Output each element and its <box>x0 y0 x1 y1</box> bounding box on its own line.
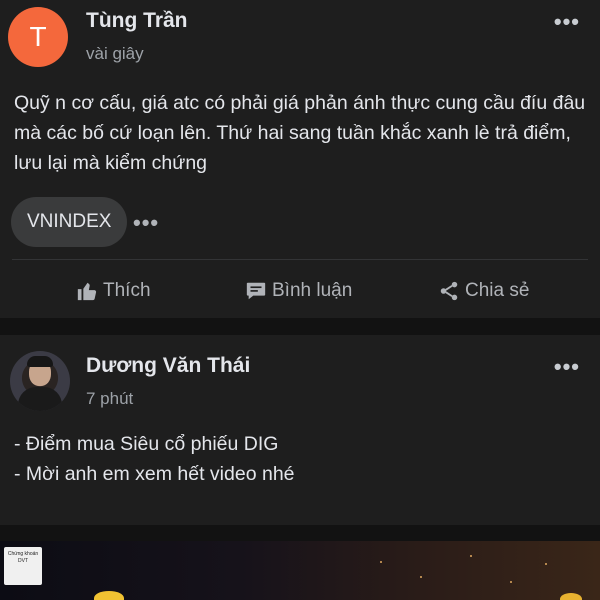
post-card: T Tùng Trần vài giây ••• Quỹ n cơ cấu, g… <box>0 0 600 318</box>
avatar-letter: T <box>29 21 47 52</box>
post-time[interactable]: 7 phút <box>86 389 133 409</box>
feed: T Tùng Trần vài giây ••• Quỹ n cơ cấu, g… <box>0 0 600 600</box>
share-button[interactable]: Chia sẻ <box>438 276 529 306</box>
comment-button[interactable]: Bình luận <box>245 276 352 306</box>
video-spark <box>470 555 472 557</box>
avatar-body <box>18 387 62 411</box>
avatar-hair <box>27 356 53 367</box>
like-button[interactable]: Thích <box>76 276 151 306</box>
video-spark <box>545 563 547 565</box>
channel-logo: Chứng khoán DVT <box>4 547 42 585</box>
tag-more-dots-icon[interactable]: ••• <box>133 210 159 236</box>
author-name[interactable]: Dương Văn Thái <box>86 354 250 378</box>
like-label: Thích <box>103 280 151 301</box>
video-spark <box>380 561 382 563</box>
comment-bubble-icon <box>246 282 266 300</box>
comment-label: Bình luận <box>272 280 353 301</box>
video-thumbnail[interactable]: Chứng khoán DVT <box>0 541 600 600</box>
more-dots-icon[interactable]: ••• <box>554 356 580 378</box>
post-text: Quỹ n cơ cấu, giá atc có phải giá phản á… <box>14 92 586 174</box>
video-graphic <box>94 591 124 600</box>
divider <box>12 259 588 260</box>
post-text-line: - Điểm mua Siêu cổ phiếu DIG <box>14 433 279 455</box>
more-dots-icon[interactable]: ••• <box>554 11 580 33</box>
post-text-line: - Mời anh em xem hết video nhé <box>14 463 295 485</box>
tag-chip-vnindex[interactable]: VNINDEX <box>11 197 128 247</box>
video-spark <box>510 581 512 583</box>
share-label: Chia sẻ <box>465 280 530 301</box>
author-name[interactable]: Tùng Trần <box>86 9 188 33</box>
video-graphic <box>560 593 582 600</box>
avatar[interactable] <box>10 351 70 411</box>
post-time[interactable]: vài giây <box>86 44 144 64</box>
thumbs-up-icon <box>77 282 97 301</box>
post-text: - Điểm mua Siêu cổ phiếu DIG - Mời anh e… <box>14 429 574 489</box>
avatar[interactable]: T <box>8 7 68 67</box>
video-spark <box>420 576 422 578</box>
share-icon <box>440 281 458 301</box>
